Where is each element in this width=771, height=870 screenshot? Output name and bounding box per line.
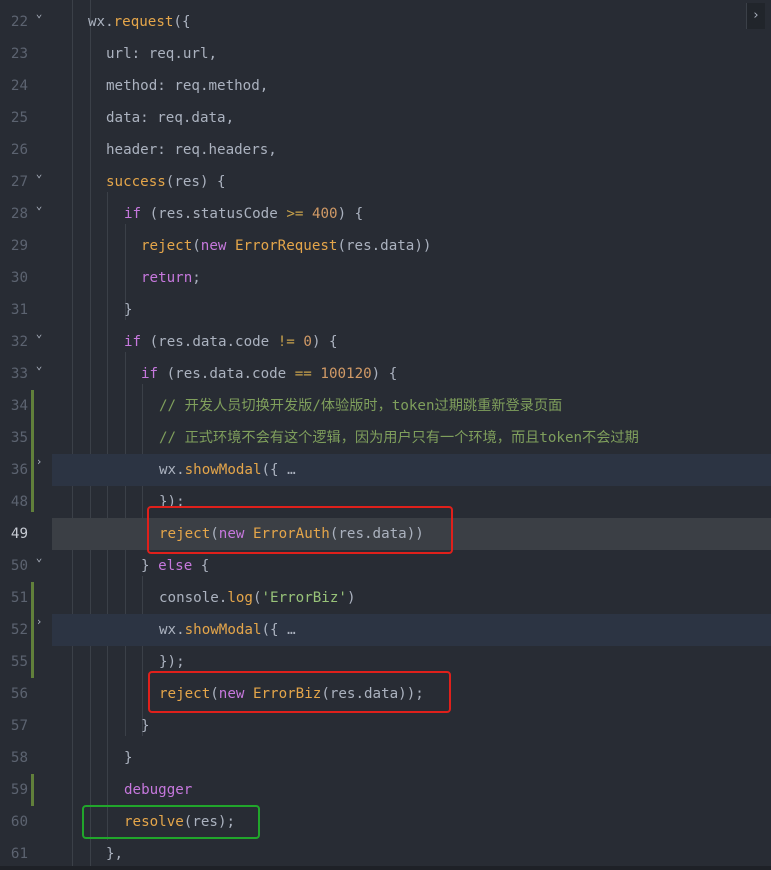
code-line[interactable]: // 开发人员切换开发版/体验版时，token过期跳重新登录页面: [52, 390, 771, 422]
code-line[interactable]: }: [52, 742, 771, 774]
code-text: reject(new ErrorRequest(res.data)): [141, 238, 432, 254]
line-number: 28: [10, 206, 28, 222]
horizontal-scrollbar[interactable]: [0, 866, 771, 870]
line-number: 55: [10, 654, 28, 670]
code-text: // 正式环境不会有这个逻辑，因为用户只有一个环境，而且token不会过期: [159, 430, 639, 446]
chevron-right-icon[interactable]: ›: [33, 446, 45, 478]
code-text: header: req.headers,: [106, 142, 277, 158]
code-line[interactable]: success(res) {: [52, 166, 771, 198]
code-text: }: [141, 718, 150, 734]
code-line[interactable]: // 正式环境不会有这个逻辑，因为用户只有一个环境，而且token不会过期: [52, 422, 771, 454]
code-text: if (res.data.code == 100120) {: [141, 366, 398, 382]
line-number: 52: [10, 622, 28, 638]
code-line[interactable]: reject(new ErrorBiz(res.data));: [52, 678, 771, 710]
code-line[interactable]: });: [52, 646, 771, 678]
line-number: 34: [10, 398, 28, 414]
line-number: 33: [10, 366, 28, 382]
chevron-down-icon[interactable]: ⌄: [33, 158, 45, 190]
code-text: });: [159, 494, 185, 510]
line-number: 57: [10, 718, 28, 734]
code-text: debugger: [124, 782, 193, 798]
code-text: method: req.method,: [106, 78, 269, 94]
code-line[interactable]: console.log('ErrorBiz'): [52, 582, 771, 614]
line-number: 25: [10, 110, 28, 126]
code-text: reject(new ErrorAuth(res.data)): [159, 526, 424, 542]
chevron-right-icon[interactable]: ›: [746, 3, 765, 29]
code-line[interactable]: }: [52, 710, 771, 742]
line-number: 59: [10, 782, 28, 798]
code-text: // 开发人员切换开发版/体验版时，token过期跳重新登录页面: [159, 398, 563, 414]
code-line[interactable]: url: req.url,: [52, 38, 771, 70]
git-modified-bar: [31, 774, 34, 806]
code-line[interactable]: if (res.statusCode >= 400) {: [52, 198, 771, 230]
code-text: return;: [141, 270, 201, 286]
code-line[interactable]: reject(new ErrorAuth(res.data)): [52, 518, 771, 550]
code-text: });: [159, 654, 185, 670]
code-line[interactable]: resolve(res);: [52, 806, 771, 838]
line-number: 26: [10, 142, 28, 158]
line-number: 51: [10, 590, 28, 606]
code-text: } else {: [141, 558, 210, 574]
code-line[interactable]: if (res.data.code == 100120) {: [52, 358, 771, 390]
line-number: 60: [10, 814, 28, 830]
line-number: 56: [10, 686, 28, 702]
line-number: 48: [10, 494, 28, 510]
code-text: }: [124, 750, 133, 766]
code-line[interactable]: method: req.method,: [52, 70, 771, 102]
code-line[interactable]: if (res.data.code != 0) {: [52, 326, 771, 358]
chevron-down-icon[interactable]: ⌄: [33, 318, 45, 350]
chevron-right-icon[interactable]: ›: [33, 606, 45, 638]
line-number: 23: [10, 46, 28, 62]
chevron-down-icon[interactable]: ⌄: [33, 350, 45, 382]
line-number: 36: [10, 462, 28, 478]
code-editor[interactable]: 22 23 24 25 26 27 28 29 30 31 32 33 34 3…: [0, 0, 771, 870]
code-line[interactable]: }: [52, 294, 771, 326]
code-text: }: [124, 302, 133, 318]
code-line[interactable]: wx.request({: [52, 6, 771, 38]
code-line[interactable]: data: req.data,: [52, 102, 771, 134]
line-number: 29: [10, 238, 28, 254]
line-number: 22: [10, 14, 28, 30]
code-line[interactable]: });: [52, 486, 771, 518]
line-number: 35: [10, 430, 28, 446]
code-line[interactable]: reject(new ErrorRequest(res.data)): [52, 230, 771, 262]
code-text: success(res) {: [106, 174, 226, 190]
code-text: if (res.statusCode >= 400) {: [124, 206, 364, 222]
line-number: 49: [10, 526, 28, 542]
code-text: console.log('ErrorBiz'): [159, 590, 356, 606]
code-line[interactable]: wx.showModal({ …: [52, 614, 771, 646]
code-text: wx.showModal({ …: [159, 462, 296, 478]
chevron-down-icon[interactable]: ⌄: [33, 190, 45, 222]
code-text: resolve(res);: [124, 814, 236, 830]
line-number: 50: [10, 558, 28, 574]
chevron-down-icon[interactable]: ⌄: [33, 542, 45, 574]
code-line[interactable]: debugger: [52, 774, 771, 806]
code-line[interactable]: return;: [52, 262, 771, 294]
code-text: if (res.data.code != 0) {: [124, 334, 338, 350]
line-number: 30: [10, 270, 28, 286]
code-text: wx.showModal({ …: [159, 622, 296, 638]
line-number: 31: [10, 302, 28, 318]
chevron-down-icon[interactable]: ⌄: [33, 0, 45, 30]
code-text: url: req.url,: [106, 46, 218, 62]
code-line[interactable]: wx.showModal({ …: [52, 454, 771, 486]
code-text: reject(new ErrorBiz(res.data));: [159, 686, 424, 702]
line-number: 32: [10, 334, 28, 350]
code-text: data: req.data,: [106, 110, 235, 126]
code-line[interactable]: header: req.headers,: [52, 134, 771, 166]
line-number: 27: [10, 174, 28, 190]
code-text: wx.request({: [88, 14, 191, 30]
line-number: 24: [10, 78, 28, 94]
code-line[interactable]: } else {: [52, 550, 771, 582]
line-number: 58: [10, 750, 28, 766]
